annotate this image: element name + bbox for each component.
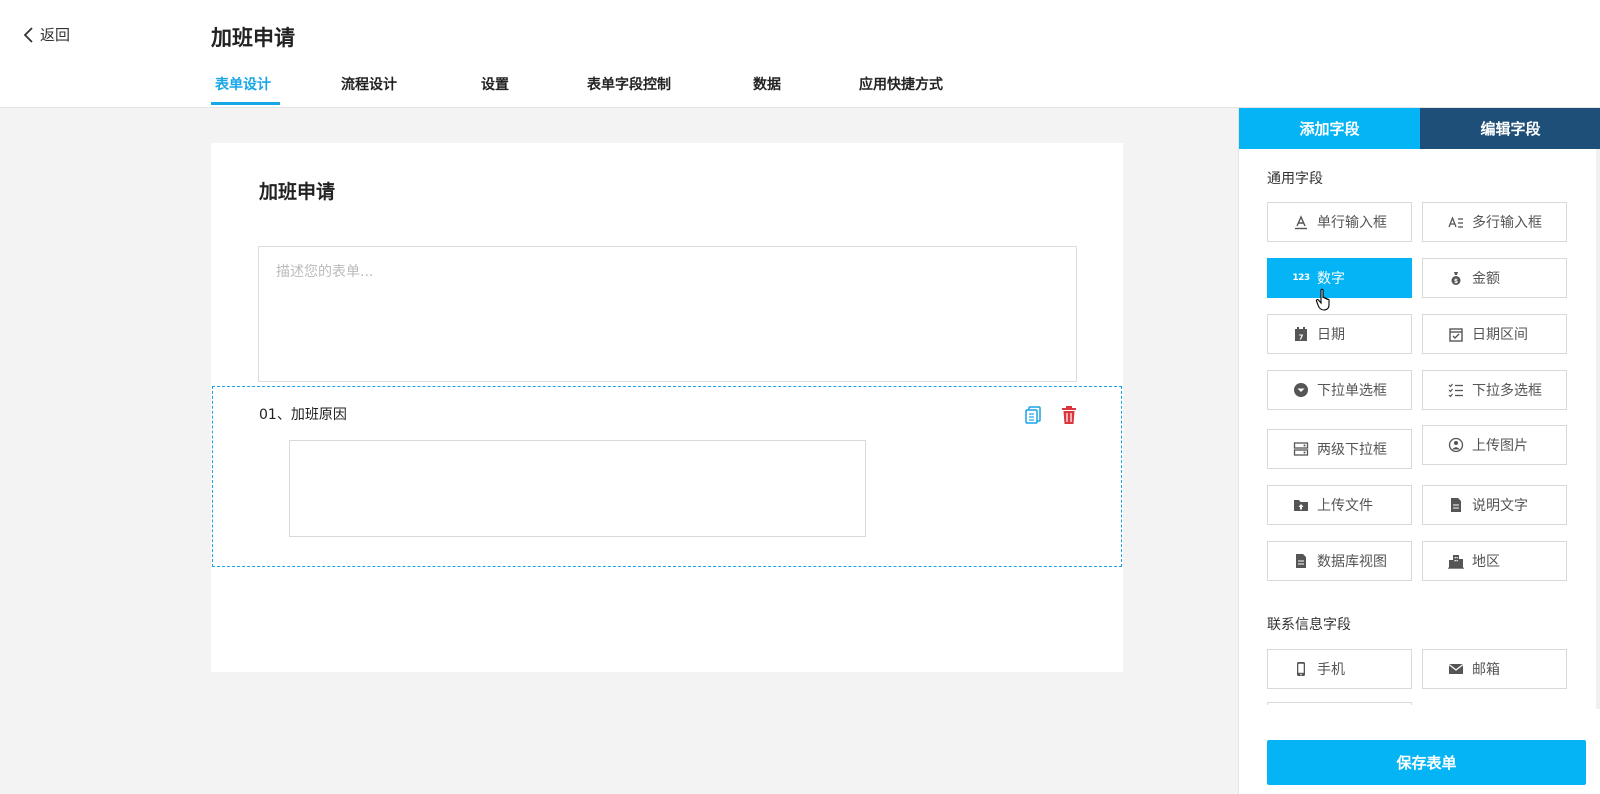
field-label: 上传文件: [1317, 498, 1373, 514]
upload-file-icon: [1293, 497, 1309, 513]
email-icon: [1448, 661, 1464, 677]
field-description-text-button[interactable]: 说明文字: [1422, 485, 1567, 525]
tab-app-shortcut[interactable]: 应用快捷方式: [859, 74, 943, 94]
svg-text:$: $: [1454, 278, 1458, 285]
field-dropdown-multi-button[interactable]: 下拉多选框: [1422, 370, 1567, 410]
tab-form-design[interactable]: 表单设计: [215, 74, 271, 94]
upload-image-icon: [1448, 437, 1464, 453]
field-label: 地区: [1472, 554, 1500, 570]
field-label: 下拉单选框: [1317, 383, 1387, 399]
copy-icon[interactable]: [1024, 405, 1042, 425]
field-cascade-dropdown-button[interactable]: 两级下拉框: [1267, 429, 1412, 469]
field-label: 01、加班原因: [259, 407, 347, 423]
region-icon: [1448, 553, 1464, 569]
field-label: 日期区间: [1472, 327, 1528, 343]
description-placeholder: 描述您的表单...: [276, 264, 374, 280]
panel-scrollbar[interactable]: [1596, 149, 1600, 709]
field-textarea[interactable]: [289, 440, 866, 537]
general-fields-title: 通用字段: [1267, 171, 1323, 187]
database-view-icon: [1293, 553, 1309, 569]
tab-add-field[interactable]: 添加字段: [1239, 108, 1420, 149]
svg-text:7: 7: [1299, 334, 1304, 342]
field-label: 数字: [1317, 271, 1345, 287]
cascade-dropdown-icon: [1293, 441, 1309, 457]
field-label: 说明文字: [1472, 498, 1528, 514]
field-multi-line-button[interactable]: 多行输入框: [1422, 202, 1567, 242]
field-label: 数据库视图: [1317, 554, 1387, 570]
field-upload-image-button[interactable]: 上传图片: [1422, 425, 1567, 465]
field-phone-button[interactable]: 手机: [1267, 649, 1412, 689]
dropdown-single-icon: [1293, 382, 1309, 398]
description-icon: [1448, 497, 1464, 513]
dropdown-multi-icon: [1448, 382, 1464, 398]
panel-tabs: 添加字段 编辑字段: [1239, 108, 1600, 149]
tab-edit-field[interactable]: 编辑字段: [1420, 108, 1600, 149]
field-button-partial: [1267, 702, 1412, 705]
field-dropdown-single-button[interactable]: 下拉单选框: [1267, 370, 1412, 410]
field-label: 单行输入框: [1317, 215, 1387, 231]
phone-icon: [1293, 661, 1309, 677]
app-title: 加班申请: [211, 26, 295, 50]
top-header: 返回 加班申请 表单设计 流程设计 设置 表单字段控制 数据 应用快捷方式: [0, 0, 1600, 108]
form-canvas: 加班申请 描述您的表单... 01、加班原因: [211, 143, 1123, 672]
form-title[interactable]: 加班申请: [259, 177, 335, 204]
field-money-button[interactable]: $ 金额: [1422, 258, 1567, 298]
active-tab-underline: [211, 102, 280, 105]
field-label: 邮箱: [1472, 662, 1500, 678]
field-label: 手机: [1317, 662, 1345, 678]
text-line-icon: [1293, 214, 1309, 230]
field-label: 上传图片: [1472, 438, 1528, 454]
tab-flow-design[interactable]: 流程设计: [341, 74, 397, 94]
chevron-left-icon: [23, 26, 33, 43]
contact-fields-title: 联系信息字段: [1267, 617, 1351, 633]
back-label: 返回: [40, 26, 71, 44]
number-icon: 123: [1292, 273, 1310, 283]
form-description-input[interactable]: 描述您的表单...: [258, 246, 1077, 382]
text-multiline-icon: [1448, 214, 1464, 230]
tab-settings[interactable]: 设置: [481, 74, 509, 94]
money-bag-icon: $: [1448, 270, 1464, 286]
field-label: 日期: [1317, 327, 1345, 343]
field-label: 两级下拉框: [1317, 442, 1387, 458]
field-number-button[interactable]: 123 数字: [1267, 258, 1412, 298]
field-date-button[interactable]: 7 日期: [1267, 314, 1412, 354]
field-label: 多行输入框: [1472, 215, 1542, 231]
field-date-range-button[interactable]: 日期区间: [1422, 314, 1567, 354]
hand-cursor-icon: [1315, 288, 1330, 311]
field-panel: 添加字段 编辑字段 通用字段 单行输入框 多行输入框 123 数字 $ 金额 7…: [1238, 108, 1600, 794]
field-database-view-button[interactable]: 数据库视图: [1267, 541, 1412, 581]
tab-data[interactable]: 数据: [753, 74, 781, 94]
field-single-line-button[interactable]: 单行输入框: [1267, 202, 1412, 242]
field-label: 金额: [1472, 271, 1500, 287]
field-email-button[interactable]: 邮箱: [1422, 649, 1567, 689]
field-upload-file-button[interactable]: 上传文件: [1267, 485, 1412, 525]
back-button[interactable]: 返回: [22, 24, 70, 45]
field-region-button[interactable]: 地区: [1422, 541, 1567, 581]
calendar-icon: 7: [1293, 326, 1309, 342]
tab-field-control[interactable]: 表单字段控制: [587, 74, 671, 94]
field-label: 下拉多选框: [1472, 383, 1542, 399]
calendar-range-icon: [1448, 326, 1464, 342]
trash-icon[interactable]: [1060, 405, 1078, 425]
field-actions: [1024, 405, 1078, 425]
form-field-block[interactable]: 01、加班原因: [212, 386, 1122, 567]
save-form-button[interactable]: 保存表单: [1267, 740, 1586, 785]
